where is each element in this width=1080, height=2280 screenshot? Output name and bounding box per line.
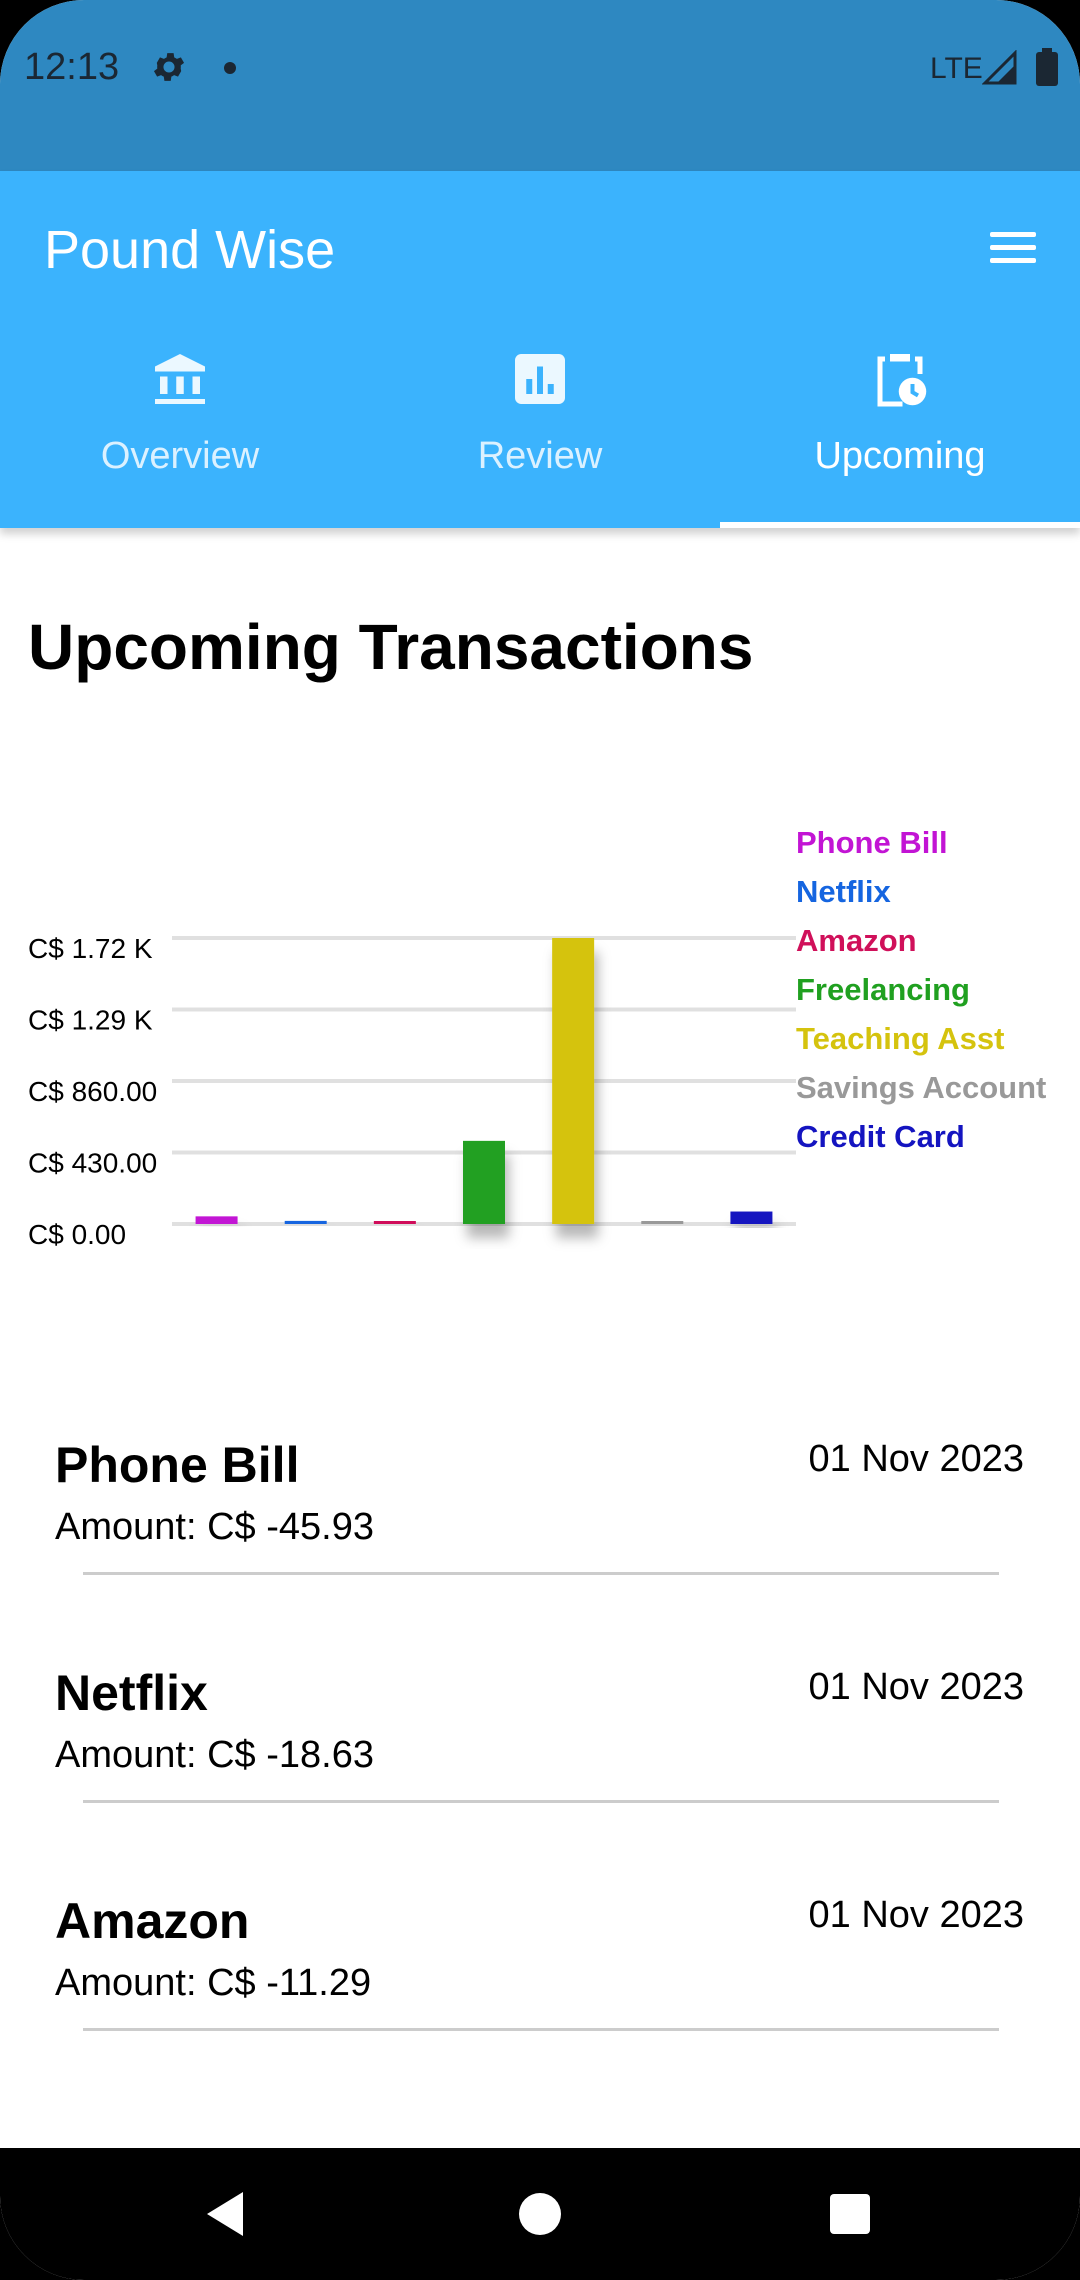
transaction-amount: Amount: C$ -18.63 [55,1734,374,1776]
network-type: LTE [930,52,983,85]
chart-legend-label: Phone Bill [796,825,948,860]
upcoming-chart: C$ 0.00 C$ 430.00 C$ 860.00 C$ 1.29 K C$ 1.7… [28,825,1046,1250]
chart-y-tick-label: C$ 1.29 K [28,1005,153,1036]
chart-legend-label: Savings Account [796,1070,1046,1105]
transaction-date: 01 Nov 2023 [808,1666,1025,1708]
chart-bar [730,1211,773,1224]
transaction-name: Amazon [55,1893,250,1949]
status-bar: 12:13 LTE [0,0,1080,171]
chart-y-tick-label: C$ 860.00 [28,1076,157,1107]
settings-icon [153,53,185,81]
selected-tab-indicator [720,522,1080,528]
chart-bar [552,938,595,1224]
chart-y-tick-label: C$ 1.72 K [28,933,153,964]
transaction-name: Netflix [55,1665,208,1721]
chart-bar [373,1221,416,1224]
tab-label-upcoming: Upcoming [814,435,986,477]
tab-review[interactable]: Review [360,349,720,529]
signal-icon [982,50,1017,85]
status-time: 12:13 [24,46,120,88]
transaction-amount: Amount: C$ -45.93 [55,1506,374,1548]
transaction-item[interactable]: Netflix 01 Nov 2023 Amount: C$ -18.63 [0,1628,1080,1856]
transaction-date: 01 Nov 2023 [808,1894,1025,1936]
battery-icon [1036,48,1058,86]
chart-y-tick-label: C$ 430.00 [28,1148,157,1179]
menu-icon[interactable] [988,229,1038,267]
notification-dot-icon [224,62,236,74]
chart-bar [641,1221,684,1224]
bar-chart-icon [515,354,565,404]
home-icon[interactable] [500,2174,580,2254]
page-title: Upcoming Transactions [28,611,754,683]
chart-bar [195,1216,238,1224]
back-icon[interactable] [185,2174,265,2254]
chart-legend-label: Credit Card [796,1119,965,1154]
chart-legend-label: Teaching Asst [796,1021,1004,1056]
divider [83,1572,999,1575]
app-title: Pound Wise [44,220,336,280]
divider [83,1800,999,1803]
transaction-date: 01 Nov 2023 [808,1438,1025,1480]
transaction-name: Phone Bill [55,1437,300,1493]
system-nav-bar [0,2148,1080,2280]
chart-bar [284,1220,327,1224]
transaction-amount: Amount: C$ -11.29 [55,1962,372,2004]
phone-screen: 12:13 LTE Pound Wise Overview Review Upc… [0,0,1080,2280]
app-bar: Pound Wise Overview Review Upcoming [0,171,1080,528]
clipboard-clock-icon [877,354,927,407]
recents-icon[interactable] [810,2174,890,2254]
chart-bar [463,1140,505,1224]
tab-label-overview: Overview [100,435,260,477]
bank-icon [155,354,205,404]
divider [83,2028,999,2031]
chart-y-tick-label: C$ 0.00 [28,1219,126,1250]
chart-legend-label: Freelancing [796,972,970,1007]
chart-legend-label: Amazon [796,923,917,958]
transaction-item[interactable]: Amazon 01 Nov 2023 Amount: C$ -11.29 [0,1856,1080,2084]
transaction-item[interactable]: Phone Bill 01 Nov 2023 Amount: C$ -45.93 [0,1400,1080,1628]
tab-upcoming[interactable]: Upcoming [720,349,1080,529]
tab-overview[interactable]: Overview [0,349,360,529]
chart-legend-label: Netflix [796,874,892,909]
tab-label-review: Review [477,435,603,477]
